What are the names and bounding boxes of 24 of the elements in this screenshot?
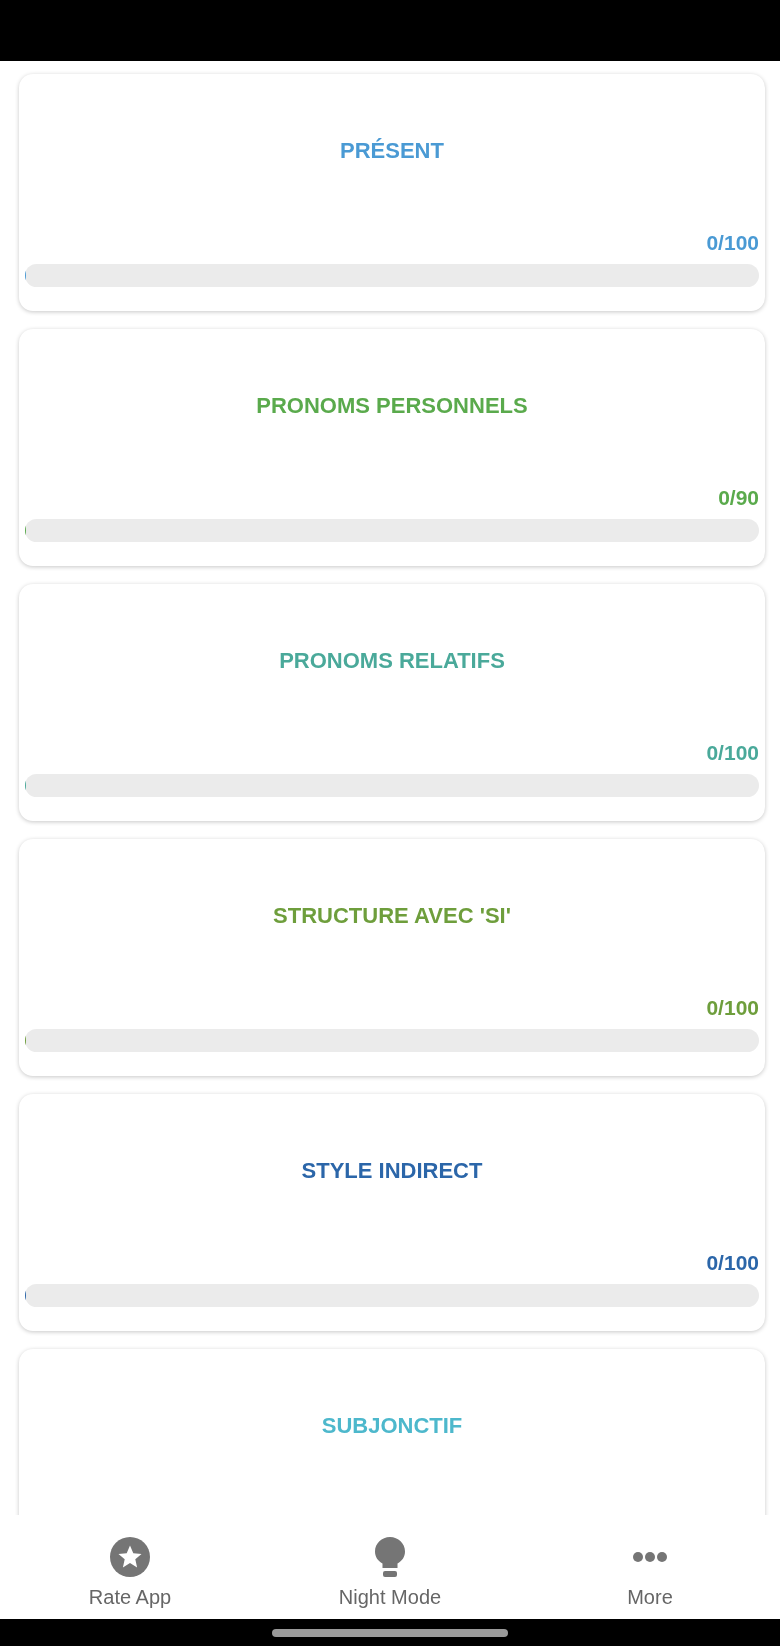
lesson-title: STYLE INDIRECT bbox=[301, 1157, 483, 1185]
lesson-card[interactable]: SUBJONCTIF bbox=[19, 1349, 765, 1515]
lesson-card[interactable]: PRÉSENT 0/100 bbox=[19, 74, 765, 311]
more-dots-icon bbox=[633, 1552, 667, 1562]
lesson-score: 0/90 bbox=[718, 485, 759, 511]
lesson-title: PRONOMS PERSONNELS bbox=[256, 392, 528, 420]
lesson-score: 0/100 bbox=[706, 740, 759, 766]
lesson-score: 0/100 bbox=[706, 995, 759, 1021]
lesson-title: PRONOMS RELATIFS bbox=[279, 647, 505, 675]
lesson-score: 0/100 bbox=[706, 1250, 759, 1276]
lesson-title: SUBJONCTIF bbox=[321, 1412, 463, 1440]
lesson-title: STRUCTURE AVEC 'SI' bbox=[273, 902, 511, 930]
lesson-score: 0/100 bbox=[706, 230, 759, 256]
nav-button[interactable]: Rate App bbox=[0, 1515, 260, 1619]
lesson-card[interactable]: STRUCTURE AVEC 'SI' 0/100 bbox=[19, 839, 765, 1076]
star-circle-icon bbox=[110, 1537, 150, 1577]
lesson-title: PRÉSENT bbox=[340, 137, 444, 165]
nav-button[interactable]: Night Mode bbox=[260, 1515, 520, 1619]
home-indicator[interactable] bbox=[272, 1628, 508, 1637]
lesson-card[interactable]: PRONOMS PERSONNELS 0/90 bbox=[19, 329, 765, 566]
nav-button[interactable]: More bbox=[520, 1515, 780, 1619]
lesson-card[interactable]: PRONOMS RELATIFS 0/100 bbox=[19, 584, 765, 821]
lightbulb-icon bbox=[375, 1537, 405, 1577]
lesson-card[interactable]: STYLE INDIRECT 0/100 bbox=[19, 1094, 765, 1331]
